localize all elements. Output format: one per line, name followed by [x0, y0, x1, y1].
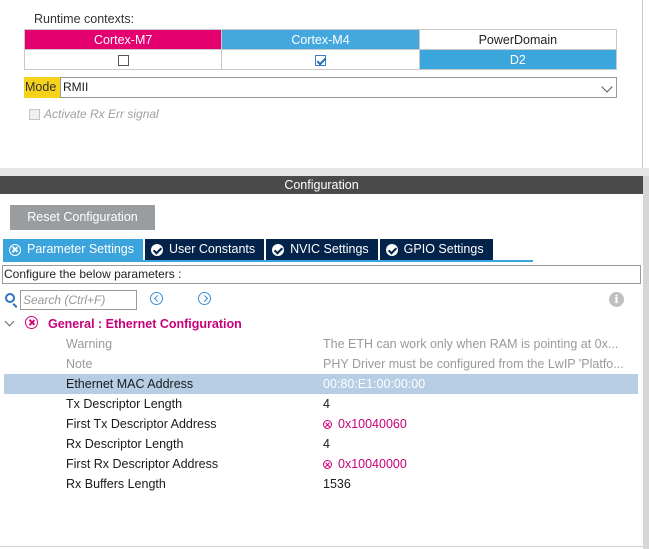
bottom-border	[0, 546, 643, 547]
rx-err-label: Activate Rx Err signal	[44, 107, 159, 121]
powerdomain-value[interactable]: D2	[418, 49, 618, 70]
parameter-group-header[interactable]: General : Ethernet Configuration	[4, 316, 606, 334]
param-value[interactable]: 4	[323, 434, 638, 454]
param-value-cell[interactable]: 0x10040000	[323, 454, 638, 474]
param-value-cell[interactable]: 0x10040060	[323, 414, 638, 434]
check-icon	[272, 243, 285, 256]
check-icon	[385, 243, 398, 256]
mode-select[interactable]: RMII	[60, 77, 617, 98]
param-value[interactable]: 1536	[323, 474, 638, 494]
param-name: Warning	[66, 337, 113, 351]
table-row[interactable]: Ethernet MAC Address 00:80:E1:00:00:00	[4, 374, 638, 394]
table-row[interactable]: Rx Descriptor Length 4	[4, 434, 638, 454]
configure-parameters-label: Configure the below parameters :	[2, 265, 641, 284]
table-row[interactable]: Rx Buffers Length 1536	[4, 474, 638, 494]
tab-underline	[3, 260, 533, 262]
rx-err-checkbox[interactable]	[29, 109, 40, 121]
context-cell-cortex-m7	[23, 49, 223, 70]
tab-label: NVIC Settings	[290, 242, 369, 256]
param-name: Tx Descriptor Length	[66, 397, 183, 411]
reset-configuration-button[interactable]: Reset Configuration	[10, 205, 155, 230]
cortex-m7-checkbox[interactable]	[117, 54, 129, 66]
param-value: The ETH can work only when RAM is pointi…	[323, 337, 619, 351]
mode-label: Mode	[24, 77, 60, 98]
param-value: 0x10040000	[338, 457, 407, 471]
context-header-powerdomain: PowerDomain	[418, 29, 618, 50]
context-header-cortex-m4: Cortex-M4	[221, 29, 420, 50]
tab-label: GPIO Settings	[403, 242, 484, 256]
next-result-icon[interactable]	[198, 292, 211, 305]
check-icon	[151, 243, 163, 256]
param-name: First Tx Descriptor Address	[66, 417, 217, 431]
table-row[interactable]: Warning The ETH can work only when RAM i…	[4, 334, 638, 354]
previous-result-icon[interactable]	[150, 292, 163, 305]
param-name: Ethernet MAC Address	[66, 377, 194, 391]
tab-nvic-settings[interactable]: NVIC Settings	[266, 239, 378, 260]
tab-label: User Constants	[169, 242, 256, 256]
table-row[interactable]: Note PHY Driver must be configured from …	[4, 354, 638, 374]
tab-parameter-settings[interactable]: Parameter Settings	[3, 239, 143, 260]
param-name: Rx Buffers Length	[66, 477, 166, 491]
error-icon	[323, 420, 332, 429]
table-row[interactable]: Tx Descriptor Length 4	[4, 394, 638, 414]
configuration-header: Configuration	[0, 176, 643, 194]
param-name: First Rx Descriptor Address	[66, 457, 219, 471]
panel-divider[interactable]	[0, 168, 649, 176]
runtime-contexts-label: Runtime contexts:	[34, 12, 135, 26]
info-icon[interactable]: i	[609, 292, 624, 307]
runtime-contexts-table: Cortex-M7 Cortex-M4 PowerDomain D2	[23, 29, 618, 70]
tab-label: Parameter Settings	[27, 242, 134, 256]
tab-gpio-settings[interactable]: GPIO Settings	[379, 239, 493, 260]
tab-user-constants[interactable]: User Constants	[145, 239, 265, 260]
activate-rx-err-option[interactable]: Activate Rx Err signal	[29, 107, 159, 121]
cortex-m4-checkbox[interactable]	[314, 54, 326, 66]
scrollbar[interactable]	[643, 176, 649, 549]
param-value[interactable]: 4	[323, 394, 638, 414]
param-value: PHY Driver must be configured from the L…	[323, 357, 624, 371]
parameter-list: Warning The ETH can work only when RAM i…	[4, 334, 638, 494]
context-header-cortex-m7: Cortex-M7	[23, 29, 223, 50]
param-value: 0x10040060	[338, 417, 407, 431]
param-name: Note	[66, 357, 93, 371]
error-icon	[323, 460, 332, 469]
search-icon	[5, 293, 15, 303]
mode-select-value: RMII	[63, 80, 89, 94]
param-value[interactable]: 00:80:E1:00:00:00	[323, 374, 638, 394]
config-tabs: Parameter Settings User Constants NVIC S…	[3, 239, 495, 260]
error-icon	[9, 243, 21, 256]
table-row[interactable]: First Rx Descriptor Address 0x10040000	[4, 454, 638, 474]
param-name: Rx Descriptor Length	[66, 437, 184, 451]
context-cell-cortex-m4	[221, 49, 420, 70]
table-row[interactable]: First Tx Descriptor Address 0x10040060	[4, 414, 638, 434]
chevron-down-icon	[601, 81, 613, 93]
error-icon	[25, 316, 38, 329]
mode-row: Mode RMII	[24, 77, 617, 98]
search-input[interactable]	[20, 290, 137, 310]
chevron-down-icon[interactable]	[4, 316, 15, 327]
search-bar: i	[5, 290, 635, 310]
runtime-panel: Runtime contexts: Cortex-M7 Cortex-M4 Po…	[0, 0, 643, 168]
group-title: General : Ethernet Configuration	[48, 317, 242, 331]
